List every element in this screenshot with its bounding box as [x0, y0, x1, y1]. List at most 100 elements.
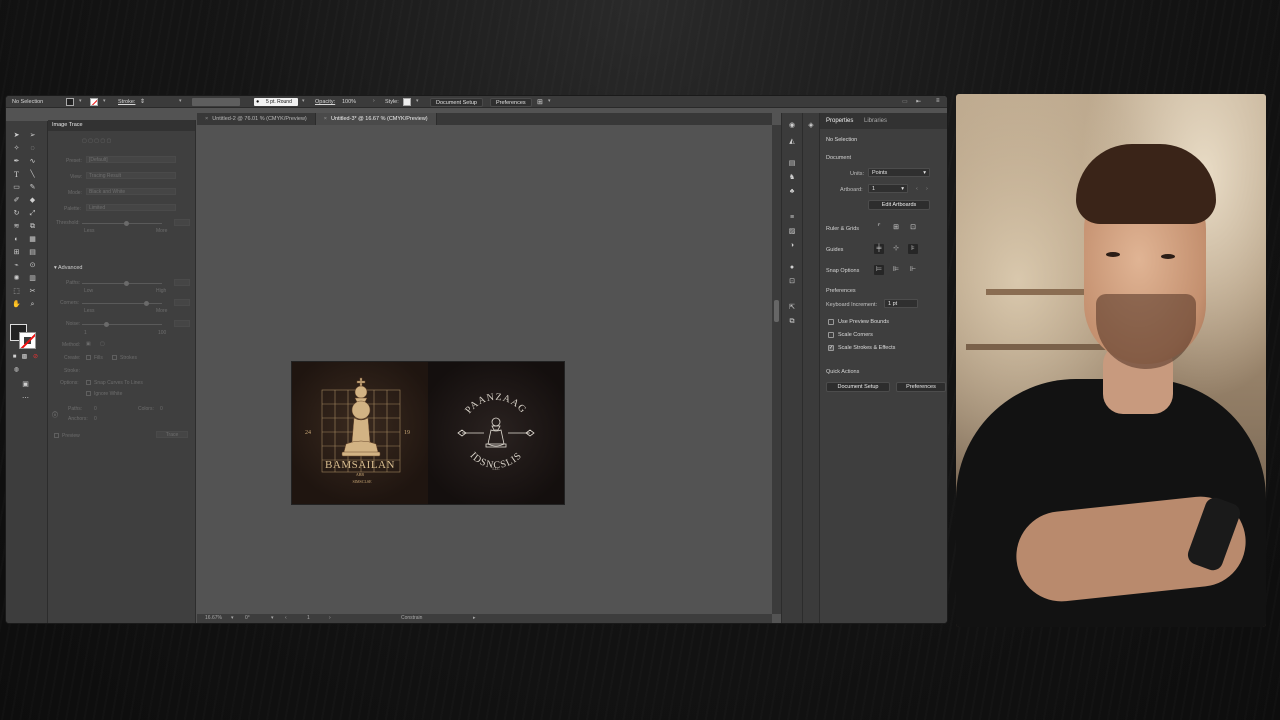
graph-tool-icon[interactable]: ▥	[28, 274, 37, 283]
keyboard-increment-field[interactable]: 1 pt	[884, 299, 918, 308]
chevron-down-icon[interactable]: ▾	[79, 98, 82, 104]
tab-libraries[interactable]: Libraries	[864, 118, 887, 124]
color-mode-icon[interactable]: ■	[10, 353, 19, 362]
slice-tool-icon[interactable]: ✂	[28, 287, 37, 296]
club-icon[interactable]: ♣	[787, 187, 797, 197]
snap-to-point-icon[interactable]: ⊨	[874, 265, 884, 275]
rotation-value[interactable]: 0°	[245, 614, 250, 623]
use-preview-bounds-checkbox[interactable]	[828, 319, 834, 325]
type-tool-icon[interactable]: T	[12, 170, 21, 179]
gradient-mode-icon[interactable]: ▩	[20, 353, 29, 362]
tab-properties[interactable]: Properties	[826, 118, 853, 124]
palette-select[interactable]: Limited	[86, 204, 176, 211]
variable-width-field[interactable]	[192, 98, 240, 106]
threshold-field[interactable]	[174, 219, 190, 226]
trace-button[interactable]: Trace	[156, 431, 188, 438]
eraser-tool-icon[interactable]: ◆	[28, 196, 37, 205]
chevron-down-icon[interactable]: ▾	[548, 98, 551, 104]
rotate-tool-icon[interactable]: ↻	[12, 209, 21, 218]
transparency-icon[interactable]: ◑	[787, 241, 797, 251]
tab-untitled-3[interactable]: × Untitled-3* @ 16.67 % (CMYK/Preview)	[315, 113, 437, 125]
selection-tool-icon[interactable]: ➤	[12, 131, 21, 140]
free-transform-tool-icon[interactable]: ⧉	[28, 222, 37, 231]
hand-tool-icon[interactable]: ✋	[12, 300, 21, 309]
preset-select[interactable]: [Default]	[86, 156, 176, 163]
line-tool-icon[interactable]: ╲	[28, 170, 37, 179]
snap-curves-checkbox[interactable]	[86, 380, 91, 385]
style-swatch[interactable]	[403, 98, 411, 106]
artboard-tool-icon[interactable]: ⬚	[12, 287, 21, 296]
curvature-tool-icon[interactable]: ∿	[28, 157, 37, 166]
next-artboard-icon[interactable]: ›	[926, 186, 928, 192]
scale-tool-icon[interactable]: ⤢	[28, 209, 37, 218]
noise-field[interactable]	[174, 320, 190, 327]
stroke-color-swatch[interactable]	[19, 332, 36, 349]
stroke-swatch[interactable]	[90, 98, 98, 106]
noise-slider-handle[interactable]	[104, 322, 109, 327]
prev-artboard-icon[interactable]: ‹	[916, 186, 918, 192]
corners-slider-track[interactable]	[82, 303, 162, 304]
preview-checkbox[interactable]	[54, 433, 59, 438]
canvas-area[interactable]: 24 19 BAMSAILAN ABB SIMSCLSE PAANZAAG ID…	[197, 125, 772, 614]
corners-slider-handle[interactable]	[144, 301, 149, 306]
advanced-toggle[interactable]: ▾ Advanced	[54, 265, 82, 271]
zoom-level[interactable]: 16.67%	[205, 614, 222, 623]
tab-untitled-2[interactable]: × Untitled-2 @ 76.01 % (CMYK/Preview)	[197, 113, 316, 125]
artboard-select[interactable]: 1 ▾	[868, 184, 908, 193]
scale-corners-checkbox[interactable]	[828, 332, 834, 338]
close-icon[interactable]: ×	[205, 116, 208, 122]
document-setup-button[interactable]: Document Setup	[430, 97, 483, 107]
chevron-down-icon[interactable]: ▾	[302, 98, 305, 104]
close-icon[interactable]: ×	[324, 116, 327, 122]
stroke-stepper-icon[interactable]: ⇕	[140, 98, 145, 105]
scale-strokes-checkbox[interactable]: ✓	[828, 345, 834, 351]
opacity-label[interactable]: Opacity:	[315, 99, 335, 105]
artboard[interactable]: 24 19 BAMSAILAN ABB SIMSCLSE PAANZAAG ID…	[292, 362, 564, 504]
opacity-value[interactable]: 100%	[342, 99, 356, 105]
lock-guides-icon[interactable]: ⊹	[891, 244, 901, 254]
smart-guides-icon[interactable]: ⊧	[908, 244, 918, 254]
chess-logo-right[interactable]: PAANZAAG IDSNCSLIS LLL	[428, 362, 564, 504]
arrange-documents-icon[interactable]: ⊞	[537, 98, 543, 106]
method-abutting-icon[interactable]: ▣	[86, 341, 91, 347]
panel-collapse-icon[interactable]: ▭	[902, 98, 908, 105]
show-guides-icon[interactable]: ╪	[874, 244, 884, 254]
shape-builder-tool-icon[interactable]: ◐	[12, 235, 21, 244]
direct-selection-tool-icon[interactable]: ➢	[28, 131, 37, 140]
preferences-button[interactable]: Preferences	[896, 382, 946, 392]
view-select[interactable]: Tracing Result	[86, 172, 176, 179]
ignore-white-checkbox[interactable]	[86, 391, 91, 396]
export-icon[interactable]: ⇱	[787, 303, 797, 313]
chevron-down-icon[interactable]: ▾	[416, 98, 419, 104]
mesh-tool-icon[interactable]: ⊞	[12, 248, 21, 257]
perspective-grid-icon[interactable]: ▦	[28, 235, 37, 244]
vertical-scrollbar[interactable]	[772, 125, 781, 614]
eyedropper-tool-icon[interactable]: ⌁	[12, 261, 21, 270]
blend-tool-icon[interactable]: ⊙	[28, 261, 37, 270]
chess-logo-left[interactable]: 24 19 BAMSAILAN ABB SIMSCLSE	[292, 362, 428, 504]
prev-artboard-icon[interactable]: ‹	[285, 614, 287, 623]
menu-icon[interactable]: ≡	[936, 98, 940, 104]
none-mode-icon[interactable]: ⊘	[31, 353, 40, 362]
paths-field[interactable]	[174, 279, 190, 286]
image-trace-title[interactable]: Image Trace	[52, 122, 83, 128]
rectangle-tool-icon[interactable]: ▭	[12, 183, 21, 192]
snap-to-grid-icon[interactable]: ⊫	[891, 265, 901, 275]
more-tools-icon[interactable]: ⋯	[21, 394, 30, 403]
units-select[interactable]: Points ▾	[868, 168, 930, 177]
fills-checkbox[interactable]	[86, 355, 91, 360]
layers-icon[interactable]: ◈	[806, 121, 816, 131]
symbols-icon[interactable]: ▤	[787, 159, 797, 169]
draw-mode-icon[interactable]: ◍	[12, 366, 21, 375]
transparency-grid-icon[interactable]: ⊡	[908, 223, 918, 233]
chevron-down-icon[interactable]: ▾	[271, 614, 274, 623]
chevron-down-icon[interactable]: ▾	[179, 98, 182, 104]
appearance-icon[interactable]: ●	[787, 263, 797, 273]
graphic-styles-icon[interactable]: ♞	[787, 173, 797, 183]
chevron-down-icon[interactable]: ▾	[103, 98, 106, 104]
chevron-right-icon[interactable]: ›	[373, 98, 375, 104]
mode-select[interactable]: Black and White	[86, 188, 176, 195]
brush-field[interactable]: ● 5 pt. Round	[254, 98, 298, 106]
align-icon[interactable]: ⊡	[787, 277, 797, 287]
threshold-slider-track[interactable]	[82, 223, 162, 224]
